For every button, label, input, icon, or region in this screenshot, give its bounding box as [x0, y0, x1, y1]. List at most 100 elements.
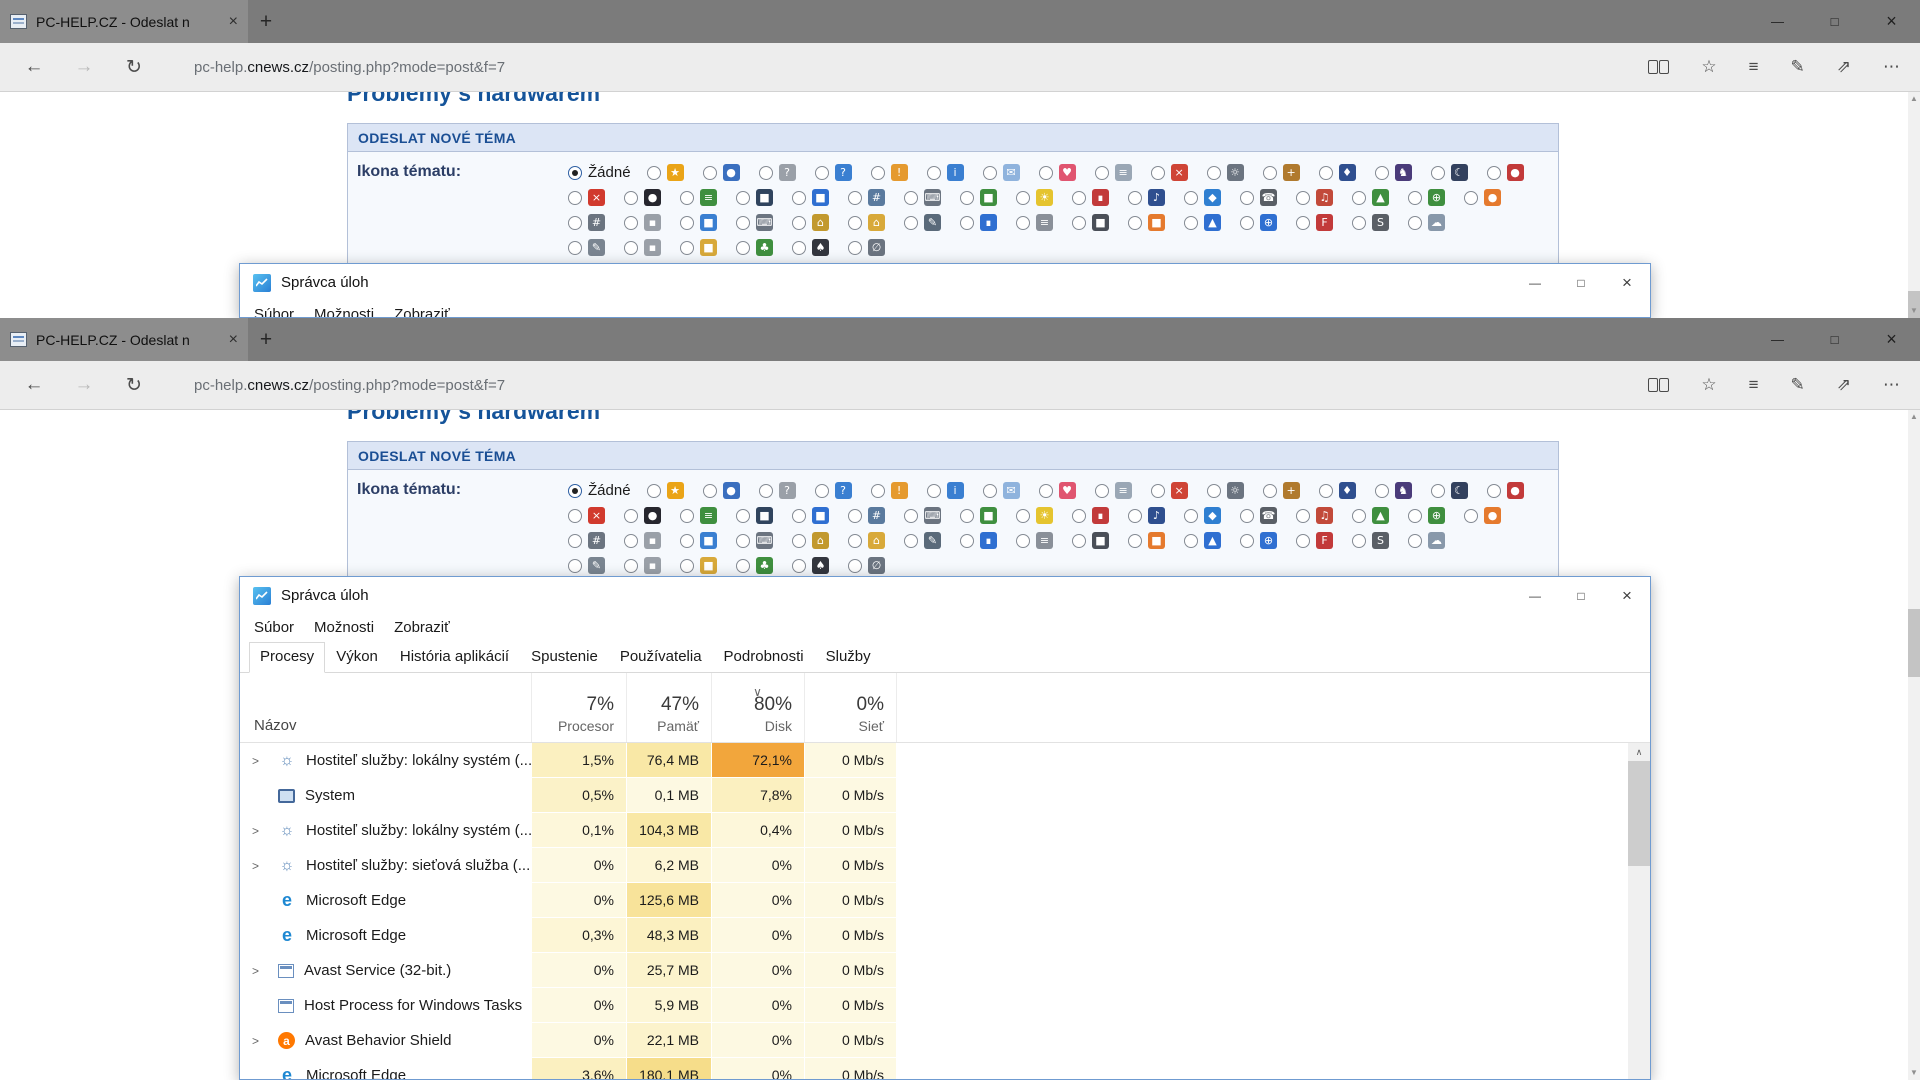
column-header-disk[interactable]: 80% Disk	[711, 673, 804, 742]
topic-icon-radio[interactable]	[1375, 166, 1389, 180]
topic-icon-radio[interactable]	[703, 166, 717, 180]
topic-icon-radio[interactable]	[680, 241, 694, 255]
topic-icon-radio[interactable]	[815, 166, 829, 180]
topic-icon-radio[interactable]	[983, 484, 997, 498]
topic-icon-radio[interactable]	[568, 484, 582, 498]
topic-icon-radio[interactable]	[792, 241, 806, 255]
refresh-button[interactable]: ↻	[114, 374, 154, 397]
topic-icon-radio[interactable]	[1352, 191, 1366, 205]
task-maximize-button[interactable]: □	[1558, 264, 1604, 301]
topic-icon-radio[interactable]	[1263, 484, 1277, 498]
web-note-icon[interactable]: ✎	[1791, 375, 1805, 395]
topic-icon-radio[interactable]	[680, 216, 694, 230]
topic-icon-radio[interactable]	[1431, 484, 1445, 498]
topic-icon-radio[interactable]	[848, 191, 862, 205]
topic-icon-radio[interactable]	[848, 241, 862, 255]
topic-icon-radio[interactable]	[1072, 509, 1086, 523]
topic-icon-radio[interactable]	[736, 241, 750, 255]
topic-icon-radio[interactable]	[1207, 166, 1221, 180]
topic-icon-radio[interactable]	[1184, 191, 1198, 205]
topic-icon-radio[interactable]	[568, 216, 582, 230]
more-options-icon[interactable]: ⋯	[1883, 57, 1900, 77]
topic-icon-radio[interactable]	[759, 484, 773, 498]
process-row[interactable]: eMicrosoft Edge0,3%48,3 MB0%0 Mb/s	[240, 918, 1650, 953]
topic-icon-radio[interactable]	[680, 534, 694, 548]
topic-icon-radio[interactable]	[1095, 166, 1109, 180]
window-minimize-button[interactable]: —	[1749, 0, 1806, 43]
page-scrollbar[interactable]: ▲ ▼	[1908, 410, 1920, 1080]
topic-icon-radio[interactable]	[736, 509, 750, 523]
window-minimize-button[interactable]: —	[1749, 318, 1806, 361]
page-scrollbar-thumb[interactable]	[1908, 609, 1920, 677]
topic-icon-radio[interactable]	[1408, 216, 1422, 230]
topic-icon-radio[interactable]	[792, 534, 806, 548]
topic-icon-radio[interactable]	[815, 484, 829, 498]
topic-icon-radio[interactable]	[624, 509, 638, 523]
topic-icon-radio[interactable]	[568, 191, 582, 205]
browser-tab[interactable]: PC-HELP.CZ - Odeslat n ×	[0, 0, 248, 43]
topic-icon-radio[interactable]	[1039, 166, 1053, 180]
topic-icon-radio[interactable]	[736, 534, 750, 548]
forward-button[interactable]: →	[64, 374, 104, 396]
topic-icon-radio[interactable]	[927, 484, 941, 498]
topic-icon-radio[interactable]	[1352, 534, 1366, 548]
tab-spustenie[interactable]: Spustenie	[520, 642, 609, 673]
topic-icon-radio[interactable]	[1464, 509, 1478, 523]
topic-icon-radio[interactable]	[1408, 509, 1422, 523]
topic-icon-radio[interactable]	[1184, 216, 1198, 230]
topic-icon-radio[interactable]	[1408, 191, 1422, 205]
back-button[interactable]: ←	[14, 374, 54, 396]
topic-icon-radio[interactable]	[1296, 509, 1310, 523]
task-minimize-button[interactable]: —	[1512, 264, 1558, 301]
topic-icon-radio[interactable]	[759, 166, 773, 180]
topic-icon-radio[interactable]	[848, 559, 862, 573]
back-button[interactable]: ←	[14, 56, 54, 78]
page-scrollbar[interactable]: ▲ ▼	[1908, 92, 1920, 318]
tab-služby[interactable]: Služby	[815, 642, 882, 673]
topic-icon-radio[interactable]	[792, 509, 806, 523]
topic-icon-radio[interactable]	[1128, 534, 1142, 548]
process-row[interactable]: >Avast Service (32-bit.)0%25,7 MB0%0 Mb/…	[240, 953, 1650, 988]
topic-icon-radio[interactable]	[1128, 216, 1142, 230]
topic-icon-radio[interactable]	[1184, 534, 1198, 548]
topic-icon-radio[interactable]	[568, 509, 582, 523]
topic-icon-radio[interactable]	[904, 216, 918, 230]
menu-item[interactable]: Súbor	[244, 306, 304, 319]
forward-button[interactable]: →	[64, 56, 104, 78]
topic-icon-radio[interactable]	[624, 216, 638, 230]
topic-icon-radio[interactable]	[1151, 166, 1165, 180]
topic-icon-radio[interactable]	[960, 191, 974, 205]
process-row[interactable]: >☼Hostiteľ služby: sieťová služba (...0%…	[240, 848, 1650, 883]
topic-icon-radio[interactable]	[647, 166, 661, 180]
menu-item[interactable]: Možnosti	[304, 619, 384, 636]
scroll-down-icon[interactable]: ▼	[1908, 1066, 1920, 1080]
expand-icon[interactable]: >	[252, 964, 278, 978]
more-options-icon[interactable]: ⋯	[1883, 375, 1900, 395]
favorites-star-icon[interactable]: ☆	[1701, 375, 1716, 395]
menu-item[interactable]: Súbor	[244, 619, 304, 636]
topic-icon-radio[interactable]	[1375, 484, 1389, 498]
window-maximize-button[interactable]: □	[1806, 318, 1863, 361]
topic-icon-radio[interactable]	[1319, 484, 1333, 498]
expand-icon[interactable]: >	[252, 1034, 278, 1048]
topic-icon-radio[interactable]	[1296, 191, 1310, 205]
expand-icon[interactable]: >	[252, 754, 278, 768]
topic-icon-radio[interactable]	[1296, 534, 1310, 548]
topic-icon-radio[interactable]	[1487, 166, 1501, 180]
task-minimize-button[interactable]: —	[1512, 577, 1558, 614]
topic-icon-radio[interactable]	[568, 166, 582, 180]
topic-icon-radio[interactable]	[647, 484, 661, 498]
tab-história-aplikácií[interactable]: História aplikácií	[389, 642, 520, 673]
topic-icon-radio[interactable]	[960, 509, 974, 523]
topic-icon-radio[interactable]	[871, 484, 885, 498]
tm-scrollbar-thumb[interactable]	[1628, 761, 1650, 866]
topic-icon-radio[interactable]	[1408, 534, 1422, 548]
favorites-star-icon[interactable]: ☆	[1701, 57, 1716, 77]
address-bar[interactable]: pc-help.cnews.cz/posting.php?mode=post&f…	[194, 377, 505, 394]
topic-icon-radio[interactable]	[1207, 484, 1221, 498]
browser-tab[interactable]: PC-HELP.CZ - Odeslat n ×	[0, 318, 248, 361]
topic-icon-radio[interactable]	[848, 216, 862, 230]
process-row[interactable]: >aAvast Behavior Shield0%22,1 MB0%0 Mb/s	[240, 1023, 1650, 1058]
topic-icon-radio[interactable]	[904, 509, 918, 523]
new-tab-button[interactable]: +	[248, 318, 284, 361]
